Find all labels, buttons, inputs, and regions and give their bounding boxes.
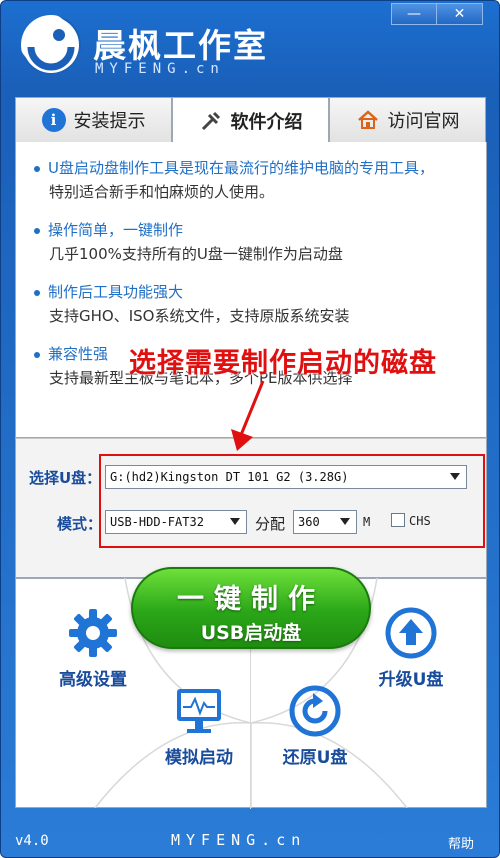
home-icon bbox=[356, 108, 380, 132]
bullet-icon bbox=[34, 165, 40, 172]
chevron-down-icon bbox=[230, 518, 240, 525]
restore-icon bbox=[267, 685, 363, 737]
restore-usb-button[interactable]: 还原U盘 bbox=[267, 685, 363, 768]
app-window: — ✕ 晨枫工作室 MYFENG.cn i 安装提示 软件介绍 访问官网 U盘启… bbox=[0, 0, 500, 858]
feature-body: 几乎100%支持所有的U盘一键制作为启动盘 bbox=[49, 245, 343, 263]
make-button-line2: USB启动盘 bbox=[200, 622, 302, 644]
logo-icon bbox=[21, 15, 81, 75]
feature-head: U盘启动盘制作工具是现在最流行的维护电脑的专用工具， bbox=[48, 159, 434, 177]
tools-icon bbox=[199, 109, 223, 133]
alloc-select-value: 360 bbox=[298, 515, 320, 529]
advanced-settings-button[interactable]: 高级设置 bbox=[45, 607, 141, 690]
bullet-icon bbox=[34, 351, 40, 358]
chevron-down-icon bbox=[450, 473, 460, 480]
feature-body: 支持GHO、ISO系统文件，支持原版系统安装 bbox=[49, 307, 350, 325]
info-icon: i bbox=[41, 108, 66, 132]
disk-select-value: G:(hd2)Kingston DT 101 G2 (3.28G) bbox=[110, 470, 349, 484]
chevron-down-icon bbox=[340, 518, 350, 525]
gear-icon bbox=[45, 607, 141, 659]
upgrade-usb-label: 升级U盘 bbox=[378, 670, 444, 690]
one-click-make-button[interactable]: 一键制作 USB启动盘 bbox=[131, 567, 371, 649]
window-controls: — ✕ bbox=[391, 3, 483, 25]
feature-head: 兼容性强 bbox=[48, 345, 109, 363]
tab-bar: i 安装提示 软件介绍 访问官网 bbox=[15, 97, 487, 143]
tab-visit-site[interactable]: 访问官网 bbox=[329, 97, 486, 143]
close-button[interactable]: ✕ bbox=[437, 3, 483, 25]
alloc-select[interactable]: 360 bbox=[293, 510, 357, 534]
upload-arrow-icon bbox=[363, 607, 459, 659]
make-button-line1: 一键制作 bbox=[177, 584, 325, 615]
brand-name: 晨枫工作室 bbox=[93, 26, 268, 65]
footer-site: MYFENG.cn bbox=[171, 831, 307, 849]
bullet-icon bbox=[34, 289, 40, 296]
tab-label: 软件介绍 bbox=[230, 111, 303, 133]
tab-software-intro[interactable]: 软件介绍 bbox=[172, 97, 329, 143]
monitor-icon bbox=[151, 685, 247, 737]
restore-usb-label: 还原U盘 bbox=[282, 748, 348, 768]
minimize-button[interactable]: — bbox=[391, 3, 437, 25]
feature-body: 特别适合新手和怕麻烦的人使用。 bbox=[49, 183, 275, 201]
tab-label: 访问官网 bbox=[387, 111, 460, 132]
feature-item: 制作后工具功能强大 支持GHO、ISO系统文件，支持原版系统安装 bbox=[34, 280, 470, 328]
chs-checkbox[interactable] bbox=[391, 513, 405, 527]
alloc-unit: M bbox=[363, 515, 371, 529]
simulate-boot-button[interactable]: 模拟启动 bbox=[151, 685, 247, 768]
annotation-arrow-icon bbox=[231, 380, 265, 451]
chs-label: CHS bbox=[409, 514, 431, 528]
tab-install-tips[interactable]: i 安装提示 bbox=[15, 97, 172, 143]
brand-subtitle: MYFENG.cn bbox=[95, 61, 225, 77]
disk-label: 选择U盘： bbox=[29, 469, 102, 487]
feature-item: 操作简单，一键制作 几乎100%支持所有的U盘一键制作为启动盘 bbox=[34, 218, 470, 266]
bullet-icon bbox=[34, 227, 40, 234]
help-link[interactable]: 帮助 bbox=[448, 833, 474, 852]
feature-item: U盘启动盘制作工具是现在最流行的维护电脑的专用工具， 特别适合新手和怕麻烦的人使… bbox=[34, 156, 470, 204]
mode-label: 模式： bbox=[57, 515, 103, 533]
upgrade-usb-button[interactable]: 升级U盘 bbox=[363, 607, 459, 690]
simulate-boot-label: 模拟启动 bbox=[165, 748, 233, 768]
annotation-text: 选择需要制作启动的磁盘 bbox=[129, 348, 437, 379]
version-label: v4.0 bbox=[15, 833, 49, 849]
alloc-label: 分配 bbox=[255, 515, 286, 533]
tab-label: 安装提示 bbox=[73, 111, 146, 132]
feature-head: 操作简单，一键制作 bbox=[48, 221, 184, 239]
mode-select[interactable]: USB-HDD-FAT32 bbox=[105, 510, 247, 534]
advanced-settings-label: 高级设置 bbox=[59, 670, 127, 690]
disk-select[interactable]: G:(hd2)Kingston DT 101 G2 (3.28G) bbox=[105, 465, 467, 489]
mode-select-value: USB-HDD-FAT32 bbox=[110, 515, 204, 529]
feature-head: 制作后工具功能强大 bbox=[48, 283, 184, 301]
